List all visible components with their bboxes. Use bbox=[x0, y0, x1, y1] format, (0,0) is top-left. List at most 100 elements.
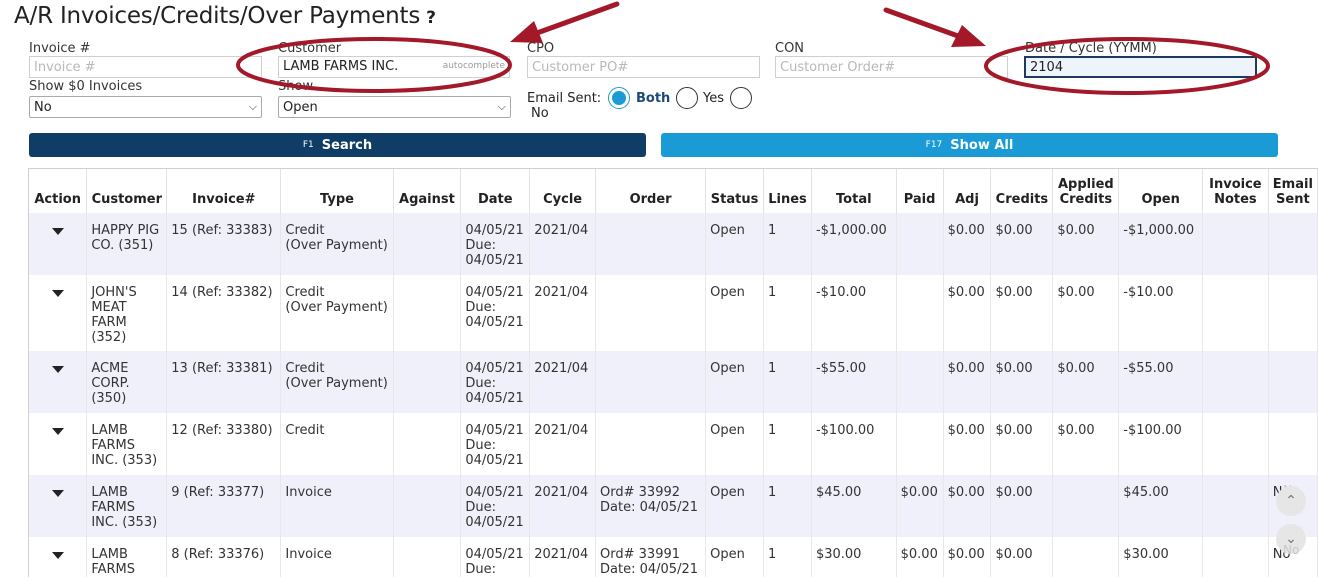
cell-credits: $0.00 bbox=[990, 351, 1054, 413]
cell-adj: $0.00 bbox=[943, 213, 992, 275]
cell-adj: $0.00 bbox=[943, 351, 992, 413]
cell-email bbox=[1268, 413, 1318, 475]
table-body: HAPPY PIG CO. (351) 15 (Ref: 33383) Credit… bbox=[29, 213, 1318, 577]
action-cell[interactable] bbox=[29, 475, 88, 537]
arrow-line bbox=[883, 7, 961, 39]
show-value: Open bbox=[283, 99, 318, 115]
dropdown-arrow-icon[interactable] bbox=[51, 490, 64, 497]
dropdown-arrow-icon[interactable] bbox=[51, 366, 64, 373]
con-input[interactable] bbox=[775, 56, 1008, 78]
invoice-table-container[interactable]: Action Customer Invoice# Type Against Date Cyc… bbox=[28, 168, 1318, 577]
cell-applied: $0.00 bbox=[1052, 275, 1120, 351]
show-all-shortcut: F17 bbox=[925, 140, 943, 150]
email-both-label: Both bbox=[636, 91, 671, 106]
table-row[interactable]: HAPPY PIG CO. (351) 15 (Ref: 33383) Credit… bbox=[29, 213, 1318, 275]
action-cell[interactable] bbox=[29, 413, 88, 475]
cpo-label: CPO bbox=[527, 41, 555, 56]
table-row[interactable]: ACME CORP. (350) 13 (Ref: 33381) Credit (O… bbox=[29, 351, 1318, 413]
cell-paid bbox=[896, 351, 944, 413]
cell-applied: $0.00 bbox=[1052, 413, 1120, 475]
dropdown-arrow-icon[interactable] bbox=[51, 290, 64, 297]
cell-notes bbox=[1202, 351, 1269, 413]
table-row[interactable]: JOHN'S MEAT FARM (352) 14 (Ref: 33382) Cre… bbox=[29, 275, 1318, 351]
cell-date: 04/05/21 Due: 04/05/21 bbox=[460, 275, 531, 351]
column-header: Order bbox=[595, 169, 707, 213]
cell-cycle: 2021/04 bbox=[529, 475, 597, 537]
action-cell[interactable] bbox=[29, 213, 88, 275]
cell-order bbox=[595, 413, 707, 475]
cell-applied bbox=[1052, 475, 1120, 537]
cell-cycle: 2021/04 bbox=[529, 275, 597, 351]
cell-total: -$10.00 bbox=[811, 275, 897, 351]
customer-input[interactable]: LAMB FARMS INC. autocomplete bbox=[278, 56, 510, 78]
cell-paid bbox=[896, 413, 944, 475]
table-row[interactable]: LAMB FARMS INC. (353) 9 (Ref: 33377) Invoi… bbox=[29, 475, 1318, 537]
dropdown-arrow-icon[interactable] bbox=[51, 552, 64, 559]
cell-order: Ord# 33992 Date: 04/05/21 bbox=[595, 475, 707, 537]
show-zero-value: No bbox=[34, 99, 52, 115]
show-all-button[interactable]: F17 Show All bbox=[661, 133, 1278, 157]
email-sent-label: Email Sent: bbox=[527, 91, 602, 106]
cell-open: -$1,000.00 bbox=[1118, 213, 1204, 275]
cell-total: -$100.00 bbox=[811, 413, 897, 475]
dropdown-arrow-icon[interactable] bbox=[51, 228, 64, 235]
cell-open: -$10.00 bbox=[1118, 275, 1204, 351]
table-row[interactable]: LAMB FARMS INC. (353) 12 (Ref: 33380) Cred… bbox=[29, 413, 1318, 475]
cell-order: Ord# 33991 Date: 04/05/21 bbox=[595, 537, 707, 577]
scroll-up-button[interactable]: ⌃ bbox=[1276, 486, 1306, 516]
cell-open: $45.00 bbox=[1118, 475, 1204, 537]
email-no-radio[interactable] bbox=[730, 87, 752, 109]
dropdown-arrow-icon[interactable] bbox=[51, 428, 64, 435]
action-cell[interactable] bbox=[29, 537, 88, 577]
cell-type: Credit bbox=[280, 413, 394, 475]
cell-against bbox=[393, 351, 462, 413]
cell-invoice: 12 (Ref: 33380) bbox=[166, 413, 282, 475]
cell-type: Invoice bbox=[280, 537, 394, 577]
search-button[interactable]: F1 Search bbox=[29, 133, 646, 157]
cell-notes bbox=[1202, 213, 1269, 275]
cell-paid bbox=[896, 213, 944, 275]
cell-cycle: 2021/04 bbox=[529, 213, 597, 275]
column-header: Customer bbox=[86, 169, 168, 213]
cell-lines: 1 bbox=[763, 537, 812, 577]
cell-applied: $0.00 bbox=[1052, 351, 1120, 413]
cell-customer: LAMB FARMS INC. (353) bbox=[86, 537, 168, 577]
cell-against bbox=[393, 413, 462, 475]
arrow-head bbox=[510, 21, 543, 43]
cell-notes bbox=[1202, 275, 1269, 351]
cell-against bbox=[393, 475, 462, 537]
help-icon[interactable]: ? bbox=[426, 8, 436, 28]
cell-lines: 1 bbox=[763, 275, 812, 351]
email-ghost-text: No bbox=[1283, 543, 1300, 557]
invoice-input[interactable] bbox=[29, 56, 262, 78]
cell-cycle: 2021/04 bbox=[529, 351, 597, 413]
cell-against bbox=[393, 275, 462, 351]
date-cycle-input[interactable]: 2104 bbox=[1024, 56, 1257, 78]
column-header: Status bbox=[705, 169, 764, 213]
chevron-down-icon: ⌵ bbox=[248, 100, 257, 113]
column-header: Cycle bbox=[529, 169, 597, 213]
cell-total: -$1,000.00 bbox=[811, 213, 897, 275]
cell-credits: $0.00 bbox=[990, 537, 1054, 577]
invoice-table: Action Customer Invoice# Type Against Date Cyc… bbox=[29, 169, 1318, 577]
invoice-label: Invoice # bbox=[29, 41, 91, 56]
table-header-row: Action Customer Invoice# Type Against Date Cyc… bbox=[29, 169, 1318, 213]
action-cell[interactable] bbox=[29, 351, 88, 413]
action-cell[interactable] bbox=[29, 275, 88, 351]
column-header: Total bbox=[811, 169, 897, 213]
search-label: Search bbox=[321, 137, 373, 153]
email-yes-radio[interactable] bbox=[676, 87, 698, 109]
table-row[interactable]: LAMB FARMS INC. (353)8 (Ref: 33376)Invoi… bbox=[29, 537, 1318, 577]
cell-status: Open bbox=[705, 413, 764, 475]
cell-status: Open bbox=[705, 475, 764, 537]
show-zero-select[interactable]: No ⌵ bbox=[29, 96, 262, 118]
cell-applied bbox=[1052, 537, 1120, 577]
cell-date: 04/05/21 Due: 04/05/21 bbox=[460, 475, 531, 537]
column-header: Type bbox=[280, 169, 394, 213]
show-select[interactable]: Open ⌵ bbox=[278, 96, 511, 118]
cell-against bbox=[393, 213, 462, 275]
column-header: Invoice# bbox=[166, 169, 282, 213]
cpo-input[interactable] bbox=[527, 56, 760, 78]
column-header: Applied Credits bbox=[1052, 169, 1120, 213]
email-both-radio[interactable] bbox=[608, 87, 630, 109]
